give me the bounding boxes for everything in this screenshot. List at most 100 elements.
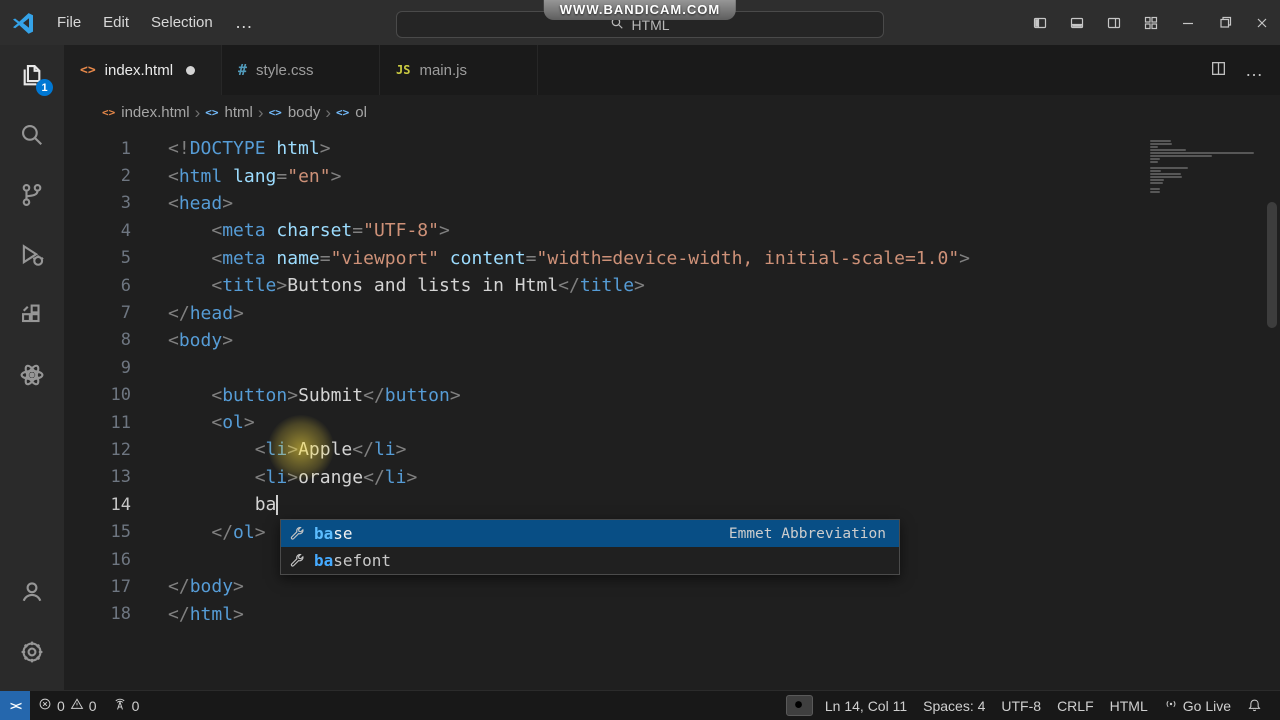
line-number: 3 <box>120 193 131 214</box>
account-icon[interactable] <box>8 570 56 614</box>
tab-style-css[interactable]: # style.css <box>222 45 380 95</box>
minimap-line <box>1150 161 1158 163</box>
react-extension-icon[interactable] <box>8 353 56 397</box>
breadcrumb-body[interactable]: <> body <box>268 102 322 123</box>
toggle-sidebar-icon[interactable] <box>1021 0 1058 45</box>
vertical-scrollbar[interactable] <box>1267 202 1277 328</box>
css-file-icon: # <box>238 61 248 79</box>
minimap-line <box>1150 155 1212 157</box>
tab-main-js[interactable]: JS main.js <box>380 45 538 95</box>
line-number: 7 <box>120 303 131 324</box>
line-number: 12 <box>110 439 131 460</box>
minimap-line <box>1150 170 1161 172</box>
minimap-line <box>1150 146 1158 148</box>
minimap-line <box>1150 188 1160 190</box>
suggest-detail: Emmet Abbreviation <box>728 525 886 542</box>
split-editor-icon[interactable] <box>1210 60 1227 80</box>
breadcrumb-html[interactable]: <> html <box>204 102 254 123</box>
minimap-line <box>1150 140 1171 142</box>
indentation-status[interactable]: Spaces: 4 <box>915 691 993 720</box>
chevron-right-icon: › <box>194 103 201 122</box>
toggle-panel-icon[interactable] <box>1058 0 1095 45</box>
tab-index-html[interactable]: <> index.html <box>64 45 222 95</box>
maximize-button[interactable] <box>1206 0 1243 45</box>
line-number: 18 <box>110 604 131 625</box>
menu-edit[interactable]: Edit <box>92 9 140 36</box>
code-line-8[interactable]: 8 <body> <box>64 327 1280 354</box>
code-line-2[interactable]: 2 <html lang="en"> <box>64 162 1280 189</box>
minimap-line <box>1150 152 1254 154</box>
minimap[interactable] <box>1150 140 1262 193</box>
notifications-bell-icon[interactable] <box>1239 691 1270 720</box>
code-line-13[interactable]: 13 <li>orange</li> <box>64 464 1280 491</box>
tab-label: index.html <box>104 61 174 79</box>
code-line-10[interactable]: 10 <button>Submit</button> <box>64 382 1280 409</box>
code-line-7[interactable]: 7 </head> <box>64 299 1280 326</box>
code-line-9[interactable]: 9 <box>64 354 1280 381</box>
code-line-4[interactable]: 4 <meta charset="UTF-8"> <box>64 217 1280 244</box>
menu-selection[interactable]: Selection <box>140 9 224 36</box>
code-line-6[interactable]: 6 <title>Buttons and lists in Html</titl… <box>64 272 1280 299</box>
line-number: 1 <box>120 138 131 159</box>
code-text: <body> <box>168 329 234 351</box>
radio-tower-icon <box>113 697 127 714</box>
code-line-18[interactable]: 18 </html> <box>64 601 1280 628</box>
settings-gear-icon[interactable] <box>8 630 56 674</box>
line-number: 17 <box>110 576 131 597</box>
breadcrumb-ol[interactable]: <> ol <box>335 102 368 123</box>
minimap-line <box>1150 143 1172 145</box>
line-number: 2 <box>120 166 131 187</box>
menu-file[interactable]: File <box>46 9 92 36</box>
code-line-11[interactable]: 11 <ol> <box>64 409 1280 436</box>
menu-overflow[interactable]: … <box>224 7 265 38</box>
chevron-right-icon: › <box>325 103 332 122</box>
modified-dot-icon[interactable] <box>186 65 196 75</box>
code-line-3[interactable]: 3 <head> <box>64 190 1280 217</box>
code-line-17[interactable]: 17 </body> <box>64 573 1280 600</box>
line-number: 8 <box>120 330 131 351</box>
toggle-secondary-sidebar-icon[interactable] <box>1095 0 1132 45</box>
minimap-line <box>1150 158 1160 160</box>
minimize-button[interactable] <box>1169 0 1206 45</box>
zoom-indicator[interactable] <box>785 695 813 716</box>
suggest-item-basefont[interactable]: ba sefont <box>281 547 899 574</box>
minimap-line <box>1150 167 1188 169</box>
code-text: <head> <box>168 192 234 214</box>
eol-status[interactable]: CRLF <box>1049 691 1102 720</box>
broadcast-icon <box>1164 697 1178 714</box>
problems-status[interactable]: 0 0 <box>30 691 105 720</box>
more-actions-icon[interactable]: … <box>1245 60 1264 81</box>
explorer-icon[interactable]: 1 <box>8 53 56 97</box>
cursor-position-status[interactable]: Ln 14, Col 11 <box>817 691 915 720</box>
code-line-14[interactable]: 14 ba <box>64 491 1280 518</box>
warning-icon <box>70 697 84 714</box>
line-number: 4 <box>120 220 131 241</box>
remote-indicator[interactable]: >< <box>0 691 30 720</box>
code-line-12[interactable]: 12 <li>Apple</li> <box>64 436 1280 463</box>
code-line-1[interactable]: 1 <!DOCTYPE html> <box>64 135 1280 162</box>
breadcrumb-file[interactable]: <> index.html <box>101 102 191 123</box>
suggest-label: ba sefont <box>314 551 392 570</box>
close-button[interactable] <box>1243 0 1280 45</box>
chevron-right-icon: › <box>257 103 264 122</box>
ports-status[interactable]: 0 <box>105 691 148 720</box>
go-live-button[interactable]: Go Live <box>1156 691 1239 720</box>
source-control-icon[interactable] <box>8 173 56 217</box>
bandicam-watermark: WWW.BANDICAM.COM <box>543 0 737 20</box>
run-debug-icon[interactable] <box>8 233 56 277</box>
code-text: <!DOCTYPE html> <box>168 138 331 160</box>
code-line-5[interactable]: 5 <meta name="viewport" content="width=d… <box>64 245 1280 272</box>
encoding-status[interactable]: UTF-8 <box>993 691 1049 720</box>
suggest-item-base[interactable]: ba se Emmet Abbreviation <box>281 520 899 547</box>
language-mode-status[interactable]: HTML <box>1102 691 1156 720</box>
tag-symbol-icon: <> <box>336 106 350 119</box>
customize-layout-icon[interactable] <box>1132 0 1169 45</box>
extensions-icon[interactable] <box>8 293 56 337</box>
search-sidebar-icon[interactable] <box>8 113 56 157</box>
titlebar-right <box>1021 0 1280 45</box>
code-editor[interactable]: 1 <!DOCTYPE html> 2 <html lang="en"> 3 <head>… <box>64 130 1280 690</box>
titlebar: File Edit Selection … HTML WWW.BANDICAM.… <box>0 0 1280 45</box>
js-file-icon: JS <box>396 63 411 77</box>
html-file-icon: <> <box>80 62 96 78</box>
minimap-line <box>1150 176 1182 178</box>
